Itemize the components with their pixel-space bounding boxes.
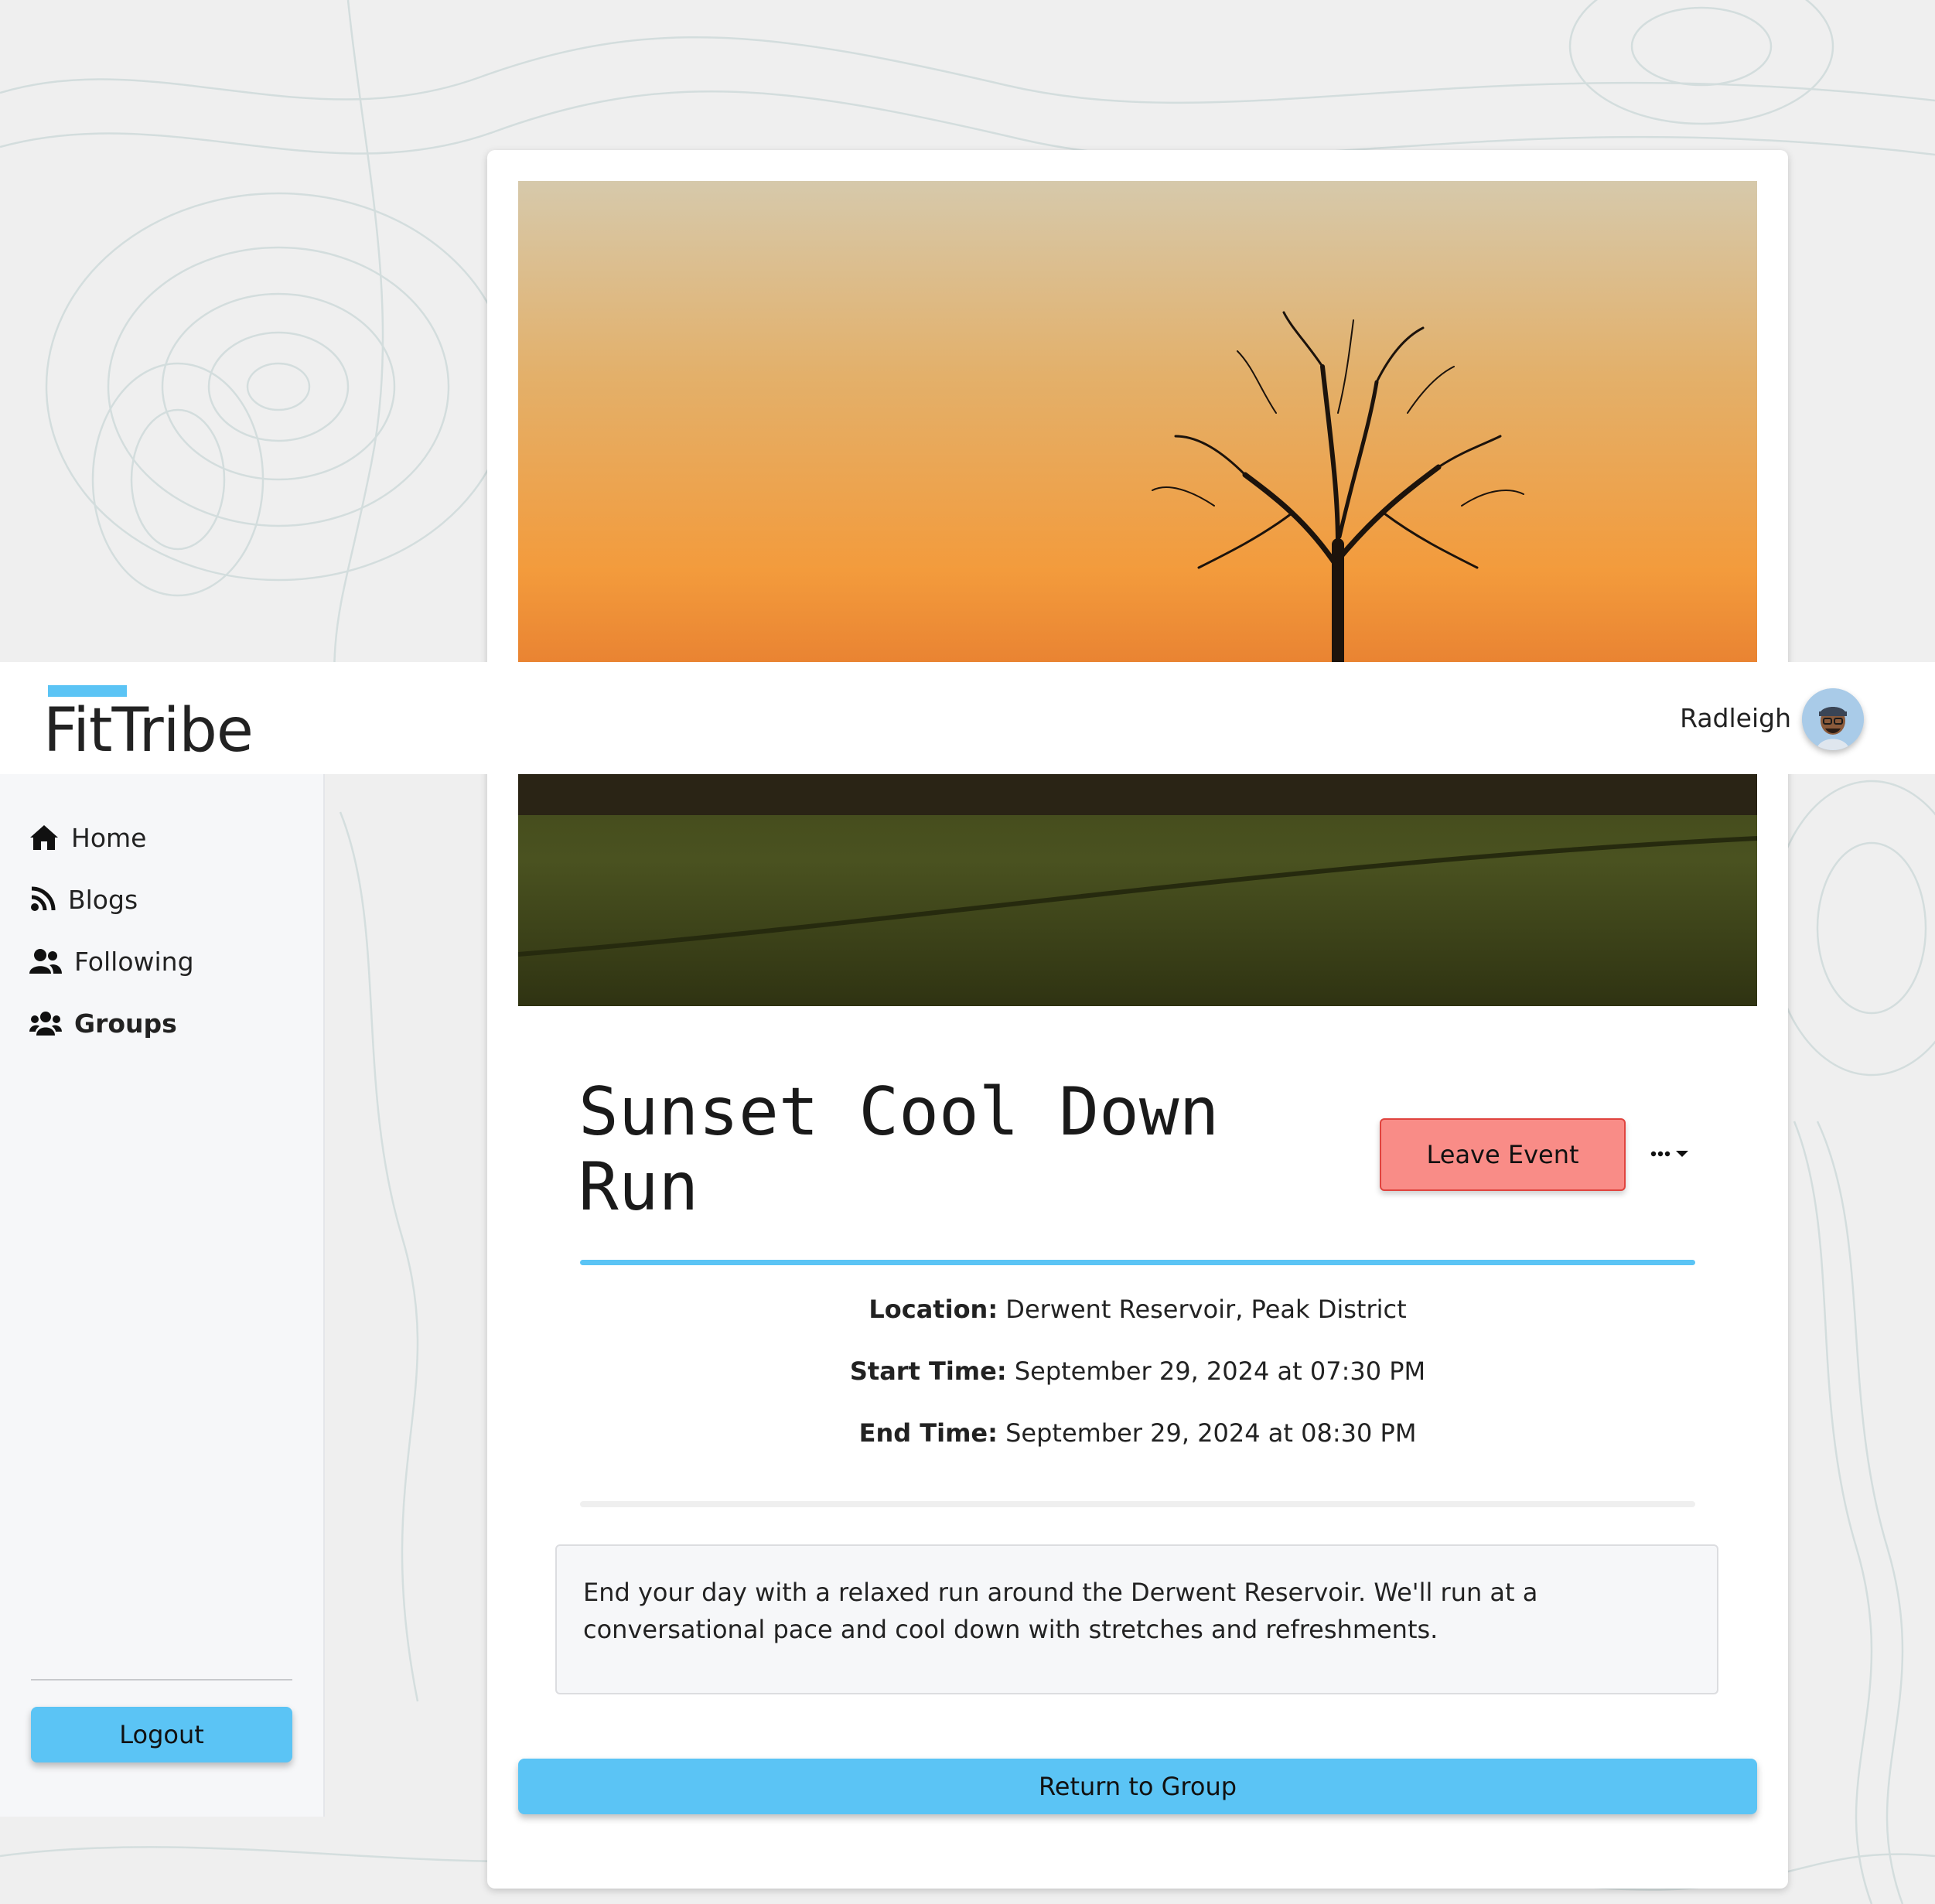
username[interactable]: Radleigh <box>1680 699 1791 738</box>
location-label: Location: <box>869 1295 998 1324</box>
leave-event-button[interactable]: Leave Event <box>1380 1118 1626 1191</box>
details-divider <box>580 1501 1695 1507</box>
return-to-group-button[interactable]: Return to Group <box>518 1759 1757 1814</box>
brand-logo[interactable]: FitTribe <box>43 692 254 769</box>
event-description: End your day with a relaxed run around t… <box>555 1544 1718 1694</box>
start-time-label: Start Time: <box>849 1356 1007 1386</box>
sidebar-item-following[interactable]: Following <box>29 938 194 984</box>
sidebar-item-label: Blogs <box>68 884 138 915</box>
start-time-value: September 29, 2024 at 07:30 PM <box>1014 1356 1426 1386</box>
event-location: Location: Derwent Reservoir, Peak Distri… <box>580 1290 1695 1329</box>
rss-icon <box>29 884 62 915</box>
end-time-value: September 29, 2024 at 08:30 PM <box>1005 1418 1417 1448</box>
logout-button[interactable]: Logout <box>31 1707 292 1762</box>
user-avatar[interactable] <box>1802 688 1864 750</box>
sidebar-item-groups[interactable]: Groups <box>29 1000 177 1046</box>
ellipsis-dropdown-icon <box>1650 1151 1688 1157</box>
sidebar-item-label: Home <box>71 822 147 853</box>
sidebar <box>0 774 325 1817</box>
users-icon <box>29 1008 68 1039</box>
event-title: Sunset Cool Down Run <box>578 1073 1220 1226</box>
title-divider <box>580 1260 1695 1265</box>
home-icon <box>29 822 65 853</box>
sidebar-item-blogs[interactable]: Blogs <box>29 876 138 923</box>
location-value: Derwent Reservoir, Peak District <box>1005 1295 1407 1324</box>
event-hero-image <box>518 181 1757 1006</box>
sidebar-item-home[interactable]: Home <box>29 814 146 861</box>
event-end-time: End Time: September 29, 2024 at 08:30 PM <box>580 1414 1695 1452</box>
sidebar-item-label: Following <box>74 946 194 977</box>
more-options-dropdown[interactable] <box>1647 1137 1697 1171</box>
user-friends-icon <box>29 946 68 977</box>
event-start-time: Start Time: September 29, 2024 at 07:30 … <box>580 1352 1695 1390</box>
top-navbar <box>0 662 1935 774</box>
end-time-label: End Time: <box>858 1418 998 1448</box>
sidebar-divider <box>31 1679 292 1681</box>
sidebar-item-label: Groups <box>74 1008 177 1039</box>
